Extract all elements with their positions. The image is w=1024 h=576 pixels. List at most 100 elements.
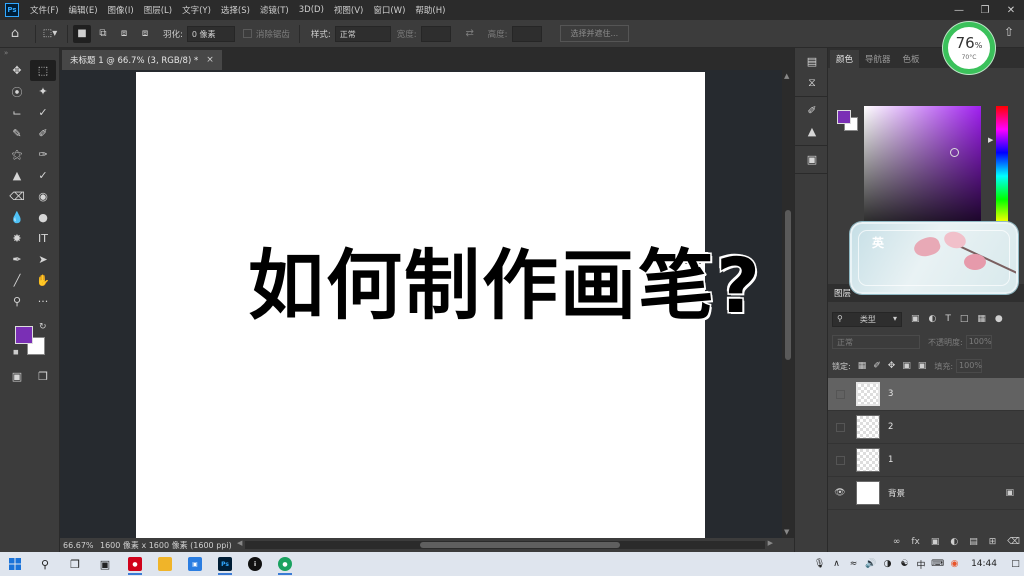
menu-window[interactable]: 窗口(W) xyxy=(368,4,410,16)
taskbar-app-red[interactable]: ● xyxy=(120,552,150,576)
lock-icon[interactable]: ▣ xyxy=(1005,488,1014,498)
scroll-left-icon[interactable]: ◀ xyxy=(237,539,242,547)
close-document-icon[interactable]: × xyxy=(206,55,214,65)
ime-language-indicator[interactable]: 中 xyxy=(913,558,929,571)
dodge-tool-icon[interactable]: ● xyxy=(30,207,56,228)
intersect-selection-icon[interactable]: ⧈ xyxy=(136,25,154,43)
taskbar-green-app[interactable]: ● xyxy=(270,552,300,576)
smart-object-filter-icon[interactable]: ▦ xyxy=(977,314,986,324)
layer-style-icon[interactable]: fx xyxy=(911,537,920,547)
line-tool-icon[interactable]: ╱ xyxy=(4,270,30,291)
cpu-monitor-widget[interactable]: 76% 70°C xyxy=(943,22,995,74)
add-selection-icon[interactable]: ⧉ xyxy=(94,25,112,43)
task-view-icon[interactable]: ❐ xyxy=(60,552,90,576)
menu-filter[interactable]: 滤镜(T) xyxy=(255,4,294,16)
default-colors-icon[interactable]: ◼ xyxy=(13,348,19,356)
eraser-icon[interactable]: ⌫ xyxy=(4,186,30,207)
taskbar-app-blue[interactable]: ▣ xyxy=(180,552,210,576)
layer-row[interactable]: 3 xyxy=(828,378,1024,411)
restore-icon[interactable]: ❐ xyxy=(972,0,998,20)
scroll-right-icon[interactable]: ▶ xyxy=(768,539,773,547)
lock-artboard-icon[interactable]: ▣ xyxy=(902,361,911,371)
horizontal-scrollbar[interactable]: ◀ ▶ xyxy=(237,539,773,549)
shape-filter-icon[interactable]: □ xyxy=(960,314,969,324)
layer-name[interactable]: 背景 xyxy=(888,487,1005,499)
lock-position-icon[interactable]: ✥ xyxy=(888,361,896,371)
document-tab[interactable]: 未标题 1 @ 66.7% (3, RGB/8) * × xyxy=(62,50,222,70)
clone-stamp-icon[interactable]: ▲ xyxy=(4,165,30,186)
layer-row[interactable]: 👁 背景 ▣ xyxy=(828,477,1024,510)
pixel-filter-icon[interactable]: ▣ xyxy=(911,314,920,324)
menu-edit[interactable]: 编辑(E) xyxy=(64,4,103,16)
microphone-icon[interactable]: 🎙 xyxy=(811,559,828,569)
path-selection-icon[interactable]: ➤ xyxy=(30,249,56,270)
delete-layer-icon[interactable]: ⌫ xyxy=(1007,537,1020,547)
opacity-input[interactable]: 100% xyxy=(965,335,992,349)
move-tool-icon[interactable]: ✥ xyxy=(4,60,30,81)
crop-tool-icon[interactable]: ⌙ xyxy=(4,102,30,123)
menu-file[interactable]: 文件(F) xyxy=(25,4,64,16)
menu-select[interactable]: 选择(S) xyxy=(216,4,255,16)
add-mask-icon[interactable]: ▣ xyxy=(931,537,940,547)
tray-app-icon[interactable]: ☯ xyxy=(896,559,913,569)
keyboard-icon[interactable]: ⌨ xyxy=(929,559,946,569)
layer-filter-kind[interactable]: ⚲ 类型 ▾ xyxy=(832,311,902,327)
tab-color[interactable]: 颜色 xyxy=(830,50,860,68)
antivirus-icon[interactable]: ◉ xyxy=(946,559,963,569)
taskbar-info-app[interactable]: i xyxy=(240,552,270,576)
foreground-color-chip[interactable] xyxy=(837,110,851,124)
link-layers-icon[interactable]: ∞ xyxy=(893,537,901,547)
new-group-icon[interactable]: ▤ xyxy=(969,537,978,547)
menu-3d[interactable]: 3D(D) xyxy=(294,5,329,15)
ime-skin-widget[interactable]: 英 xyxy=(850,222,1018,294)
height-input[interactable] xyxy=(511,25,542,42)
close-icon[interactable]: ✕ xyxy=(998,0,1024,20)
notification-icon[interactable]: □ xyxy=(1007,559,1024,569)
collapse-toolbar-icon[interactable]: » xyxy=(0,48,59,58)
visibility-toggle[interactable] xyxy=(828,455,852,465)
color-picker-ring[interactable] xyxy=(950,148,959,157)
scrollbar-thumb[interactable] xyxy=(420,542,620,548)
menu-help[interactable]: 帮助(H) xyxy=(410,4,450,16)
type-filter-icon[interactable]: T xyxy=(945,314,951,324)
document-info[interactable]: 1600 像素 x 1600 像素 (1600 ppi) xyxy=(96,540,232,551)
adjustment-filter-icon[interactable]: ◐ xyxy=(929,314,937,324)
hand-tool-icon[interactable]: ✋ xyxy=(30,270,56,291)
clone-source-icon[interactable]: ▲ xyxy=(795,121,829,142)
layer-name[interactable]: 3 xyxy=(888,389,1024,399)
ime-mode-label[interactable]: 英 xyxy=(872,234,884,251)
adjustment-layer-icon[interactable]: ◐ xyxy=(950,537,958,547)
zoom-level[interactable]: 66.67% xyxy=(60,541,96,550)
menu-layer[interactable]: 图层(L) xyxy=(139,4,177,16)
blur-tool-icon[interactable]: 💧 xyxy=(4,207,30,228)
screen-mode-icon[interactable]: ❐ xyxy=(30,366,56,387)
paint-bucket-icon[interactable]: ◉ xyxy=(30,186,56,207)
antialias-checkbox[interactable] xyxy=(242,29,252,38)
volume-icon[interactable]: 🔊 xyxy=(862,559,879,569)
new-layer-icon[interactable]: ⊞ xyxy=(989,537,997,547)
properties-panel-icon[interactable]: ⧖ xyxy=(795,72,829,93)
layer-name[interactable]: 1 xyxy=(888,455,1024,465)
style-select[interactable]: 正常 xyxy=(334,25,391,42)
visibility-toggle[interactable] xyxy=(828,422,852,432)
vertical-scrollbar[interactable]: ▲ ▼ xyxy=(782,70,794,538)
taskbar-photoshop[interactable]: Ps xyxy=(210,552,240,576)
tab-navigator[interactable]: 导航器 xyxy=(859,50,897,68)
sponge-tool-icon[interactable]: ✸ xyxy=(4,228,30,249)
layer-name[interactable]: 2 xyxy=(888,422,1024,432)
lock-transparency-icon[interactable]: ▦ xyxy=(858,361,867,371)
pen-tool-icon[interactable]: ✒ xyxy=(4,249,30,270)
visibility-toggle[interactable]: 👁 xyxy=(828,488,852,498)
brush-settings-icon[interactable]: ✐ xyxy=(795,100,829,121)
fill-input[interactable]: 100% xyxy=(956,359,983,373)
network-status-icon[interactable]: ◑ xyxy=(879,559,896,569)
menu-view[interactable]: 视图(V) xyxy=(329,4,368,16)
history-brush-icon[interactable]: ✓ xyxy=(30,165,56,186)
marquee-preset-icon[interactable]: ⬚▾ xyxy=(41,25,59,43)
scroll-up-icon[interactable]: ▲ xyxy=(784,72,789,80)
taskbar-folder[interactable] xyxy=(150,552,180,576)
tab-swatches[interactable]: 色板 xyxy=(897,50,926,68)
quick-mask-icon[interactable]: ▣ xyxy=(4,366,30,387)
magic-wand-icon[interactable]: ✦ xyxy=(30,81,56,102)
width-input[interactable] xyxy=(420,25,451,42)
